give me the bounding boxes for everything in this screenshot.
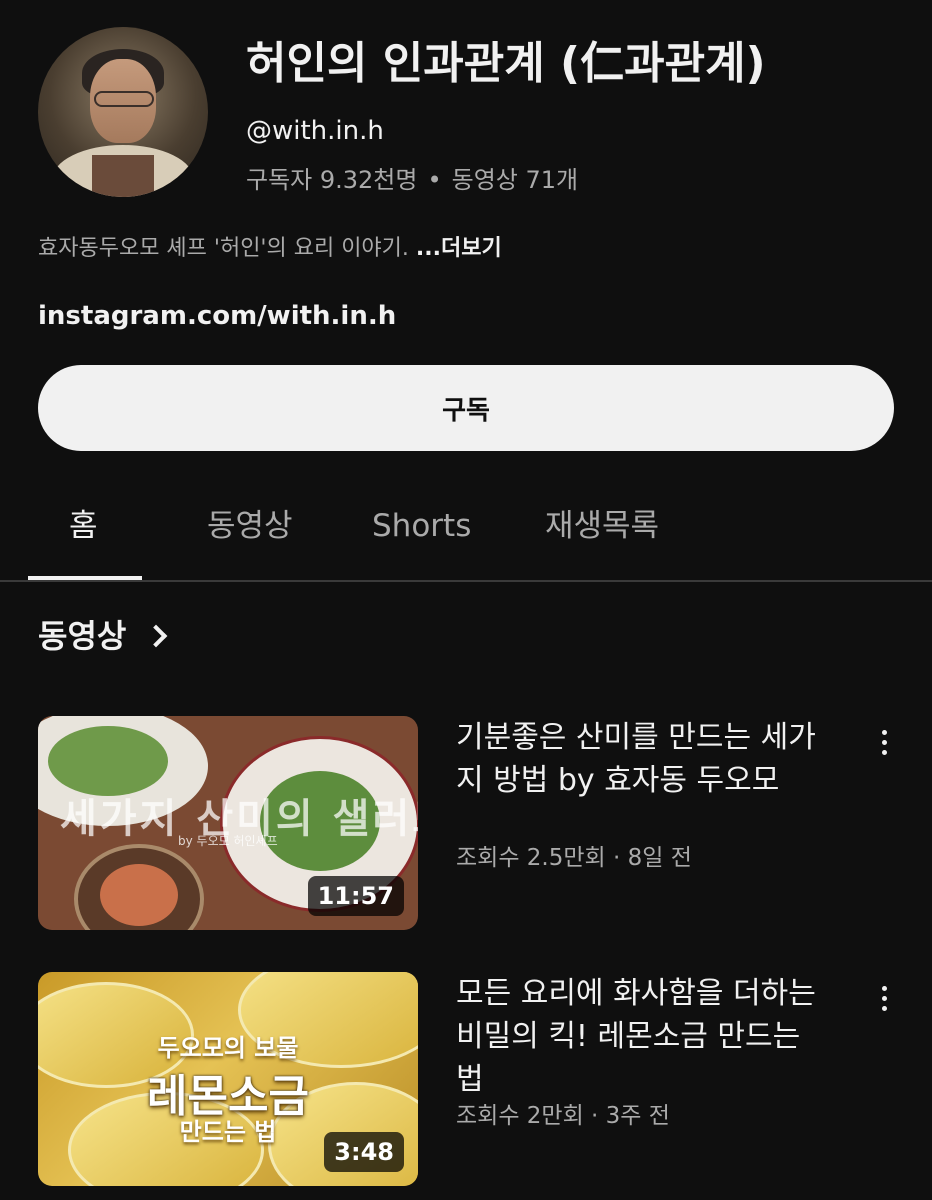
tab-videos[interactable]: 동영상 (207, 502, 293, 550)
video-title[interactable]: 모든 요리에 화사함을 더하는 비밀의 킥! 레몬소금 만드는 법 (456, 972, 836, 1101)
channel-avatar[interactable] (38, 27, 208, 197)
thumbnail-chickpeas (100, 864, 178, 926)
video-meta: 조회수 2만회 · 3주 전 (456, 1103, 670, 1129)
videos-section-heading[interactable]: 동영상 (38, 612, 168, 660)
video-item: 두오모의 보물 레몬소금 만드는 법 3:48 모든 요리에 화사함을 더하는 … (0, 972, 932, 1188)
section-title: 동영상 (38, 617, 127, 655)
channel-description[interactable]: 효자동두오모 셰프 '허인'의 요리 이야기. ...더보기 (38, 232, 502, 266)
duration-badge: 11:57 (307, 876, 404, 916)
video-thumbnail[interactable]: 세가지 산미의 샐러드 by 두오모 허인셰프 11:57 (38, 716, 418, 930)
tab-home[interactable]: 홈 (69, 502, 98, 550)
subscriber-count: 구독자 9.32천명 (246, 166, 418, 194)
avatar-apron (92, 155, 154, 197)
video-title[interactable]: 기분좋은 산미를 만드는 세가지 방법 by 효자동 두오모 (456, 716, 836, 802)
more-options-icon[interactable] (862, 720, 906, 764)
description-text: 효자동두오모 셰프 '허인'의 요리 이야기. (38, 236, 416, 261)
channel-title: 허인의 인과관계 (仁과관계) (246, 38, 766, 89)
stats-separator: • (427, 166, 442, 194)
duration-badge: 3:48 (324, 1132, 404, 1172)
thumbnail-subcaption: by 두오모 허인셰프 (178, 834, 278, 848)
tabs-divider (0, 580, 932, 582)
more-button[interactable]: ...더보기 (416, 236, 502, 261)
channel-link[interactable]: instagram.com/with.in.h (38, 298, 396, 334)
subscribe-button[interactable]: 구독 (38, 365, 894, 451)
more-options-icon[interactable] (862, 976, 906, 1020)
video-thumbnail[interactable]: 두오모의 보물 레몬소금 만드는 법 3:48 (38, 972, 418, 1186)
tab-shorts[interactable]: Shorts (372, 502, 471, 550)
video-count: 동영상 71개 (451, 166, 579, 194)
video-item: 세가지 산미의 샐러드 by 두오모 허인셰프 11:57 기분좋은 산미를 만… (0, 716, 932, 932)
avatar-glasses (94, 91, 154, 107)
thumbnail-caption-top: 두오모의 보물 (157, 1034, 299, 1062)
channel-handle: @with.in.h (246, 116, 384, 146)
channel-tabs: 홈 동영상 Shorts 재생목록 (0, 480, 932, 580)
video-meta: 조회수 2.5만회 · 8일 전 (456, 845, 692, 871)
chevron-right-icon (145, 624, 168, 648)
channel-stats: 구독자 9.32천명 • 동영상 71개 (246, 163, 578, 197)
tab-playlists[interactable]: 재생목록 (545, 502, 659, 550)
